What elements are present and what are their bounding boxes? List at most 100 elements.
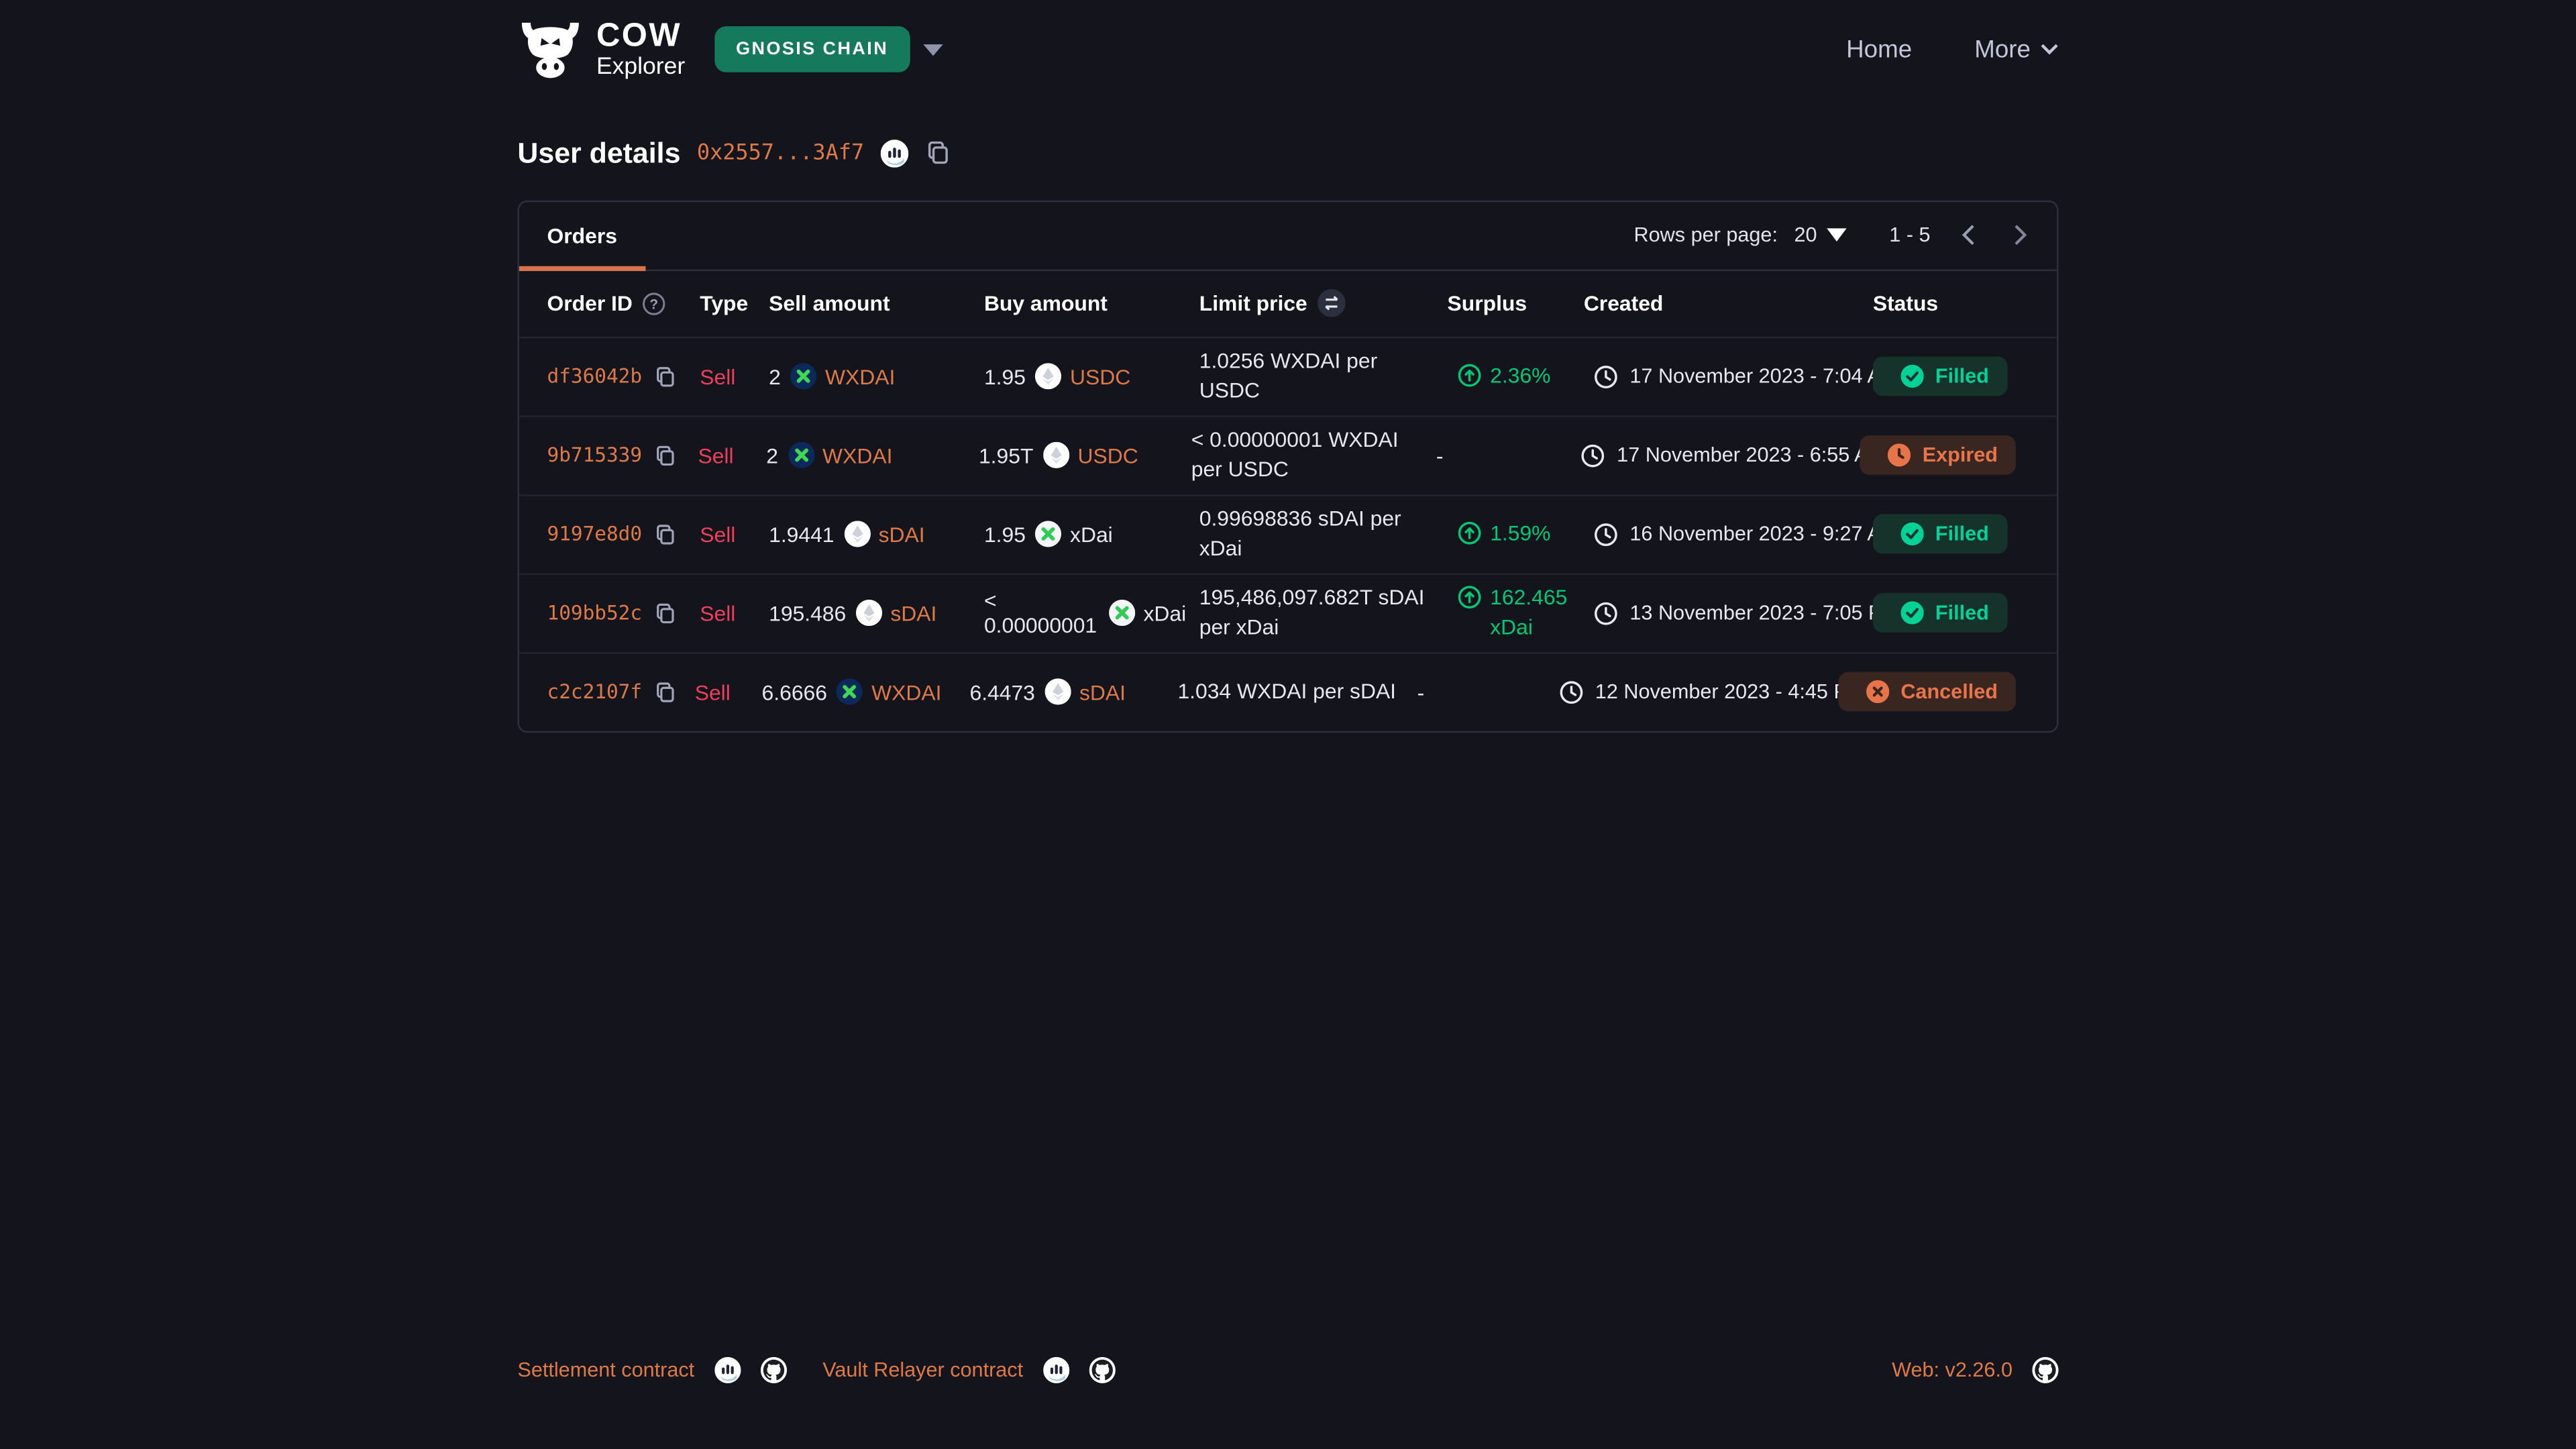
copy-address-icon[interactable] [925, 140, 951, 166]
filled-status-icon [1900, 523, 1923, 545]
order-type-cell: Sell [700, 522, 769, 547]
limit-price: < 0.00000001 WXDAI per USDC [1191, 426, 1423, 484]
status-badge: Expired [1860, 435, 2016, 475]
col-limit-price: Limit price [1199, 290, 1307, 315]
surplus-value: 2.36% [1490, 362, 1550, 390]
expired-status-icon [1888, 443, 1911, 466]
limit-price-cell: 1.034 WXDAI per sDAI [1177, 678, 1417, 706]
top-navigation: COW Explorer GNOSIS CHAIN Home More [0, 0, 2576, 80]
surplus-up-icon [1457, 519, 1482, 545]
order-id-link[interactable]: df36042b [547, 365, 643, 388]
block-explorer-icon[interactable] [1042, 1357, 1069, 1383]
table-row: 109bb52cSell195.486sDAI< 0.00000001xDai1… [519, 572, 2057, 651]
status-label: Filled [1935, 601, 1989, 624]
sell-token-symbol[interactable]: WXDAI [871, 680, 941, 704]
created-date: 12 November 2023 - 4:45 PM [1595, 680, 1865, 703]
buy-amount-cell: 6.4473 sDAI [970, 678, 1178, 704]
surplus-up-icon [1457, 362, 1482, 388]
surplus-value-wrap: 162.465 xDai [1448, 584, 1571, 641]
copy-order-id-icon[interactable] [653, 443, 676, 468]
order-type: Sell [698, 443, 733, 468]
nav-home[interactable]: Home [1846, 36, 1912, 64]
brand-logo[interactable]: COW Explorer [517, 19, 685, 79]
block-explorer-icon[interactable] [881, 139, 909, 167]
user-address-link[interactable]: 0x2557...3Af7 [697, 140, 864, 165]
github-icon[interactable] [2032, 1357, 2058, 1383]
prev-page-button[interactable] [1957, 222, 1982, 248]
sell-amount: 2 [766, 443, 778, 468]
network-caret-icon[interactable] [923, 44, 943, 56]
buy-amount: < 0.00000001 [984, 588, 1099, 637]
order-type: Sell [695, 680, 731, 704]
created-cell: 13 November 2023 - 7:05 PM [1584, 600, 1873, 625]
chevron-down-icon [2041, 43, 2059, 56]
col-type: Type [700, 290, 748, 315]
sell-amount-cell: 2 WXDAI [766, 442, 979, 468]
buy-token-symbol[interactable]: xDai [1143, 600, 1186, 625]
order-id-link[interactable]: 109bb52c [547, 601, 643, 624]
footer-link-label[interactable]: Vault Relayer contract [822, 1358, 1023, 1381]
nav-more[interactable]: More [1974, 36, 2058, 64]
order-id-cell: 9197e8d0 [547, 522, 700, 547]
footer-link-label[interactable]: Settlement contract [517, 1358, 694, 1381]
xdai-token-icon [1109, 600, 1135, 626]
rows-per-page-caret-icon [1827, 228, 1846, 241]
sell-token-symbol[interactable]: sDAI [879, 522, 925, 547]
status-label: Filled [1935, 365, 1989, 388]
swap-price-icon[interactable] [1317, 289, 1345, 317]
table-row: df36042bSell2WXDAI1.95USDC1.0256 WXDAI p… [519, 336, 2057, 415]
buy-token-symbol[interactable]: USDC [1078, 443, 1138, 468]
order-id-cell: 9b715339 [547, 443, 698, 468]
copy-order-id-icon[interactable] [653, 680, 676, 704]
surplus-cell: 1.59% [1448, 519, 1584, 548]
status-badge: Filled [1873, 356, 2007, 396]
copy-order-id-icon[interactable] [653, 364, 676, 388]
buy-amount-cell: 1.95T USDC [979, 442, 1191, 468]
order-id-link[interactable]: c2c2107f [547, 680, 643, 703]
nav-more-label: More [1974, 36, 2031, 64]
github-icon[interactable] [1089, 1357, 1115, 1383]
order-type-cell: Sell [700, 364, 769, 388]
github-icon[interactable] [760, 1357, 786, 1383]
buy-token-symbol[interactable]: xDai [1070, 522, 1113, 547]
network-selector-button[interactable]: GNOSIS CHAIN [714, 27, 910, 73]
sell-token-symbol[interactable]: WXDAI [822, 443, 892, 468]
rows-per-page-select[interactable]: 20 [1794, 223, 1846, 246]
limit-price: 1.034 WXDAI per sDAI [1177, 678, 1396, 706]
surplus-cell: 162.465 xDai [1448, 584, 1584, 641]
sell-amount-cell: 195.486sDAI [769, 600, 984, 626]
footer-contract-link-0: Settlement contract [517, 1357, 786, 1383]
sell-token-symbol[interactable]: sDAI [890, 600, 936, 625]
sell-amount-cell: 1.9441sDAI [769, 521, 984, 547]
next-page-button[interactable] [2008, 222, 2033, 248]
copy-order-id-icon[interactable] [653, 600, 676, 625]
created-wrap: 17 November 2023 - 6:55 AM [1571, 443, 1885, 468]
buy-amount: 6.4473 [970, 680, 1035, 704]
surplus-cell: - [1436, 443, 1571, 468]
brand-subtitle: Explorer [596, 56, 685, 80]
copy-order-id-icon[interactable] [653, 522, 676, 547]
col-created: Created [1584, 290, 1664, 315]
col-sell-amount: Sell amount [769, 290, 890, 315]
col-surplus: Surplus [1448, 290, 1527, 315]
col-order-id: Order ID [547, 290, 633, 315]
limit-price-cell: 1.0256 WXDAI per USDC [1199, 347, 1448, 405]
clock-icon [1594, 522, 1619, 547]
buy-token-symbol[interactable]: USDC [1070, 364, 1130, 388]
order-id-cell: df36042b [547, 364, 700, 388]
buy-token-symbol[interactable]: sDAI [1079, 680, 1126, 704]
created-date: 16 November 2023 - 9:27 AM [1629, 523, 1898, 545]
pagination: Rows per page: 20 1 - 5 [1634, 222, 2057, 248]
block-explorer-icon[interactable] [714, 1357, 741, 1383]
main-content: User details 0x2557...3Af7 [517, 80, 2058, 732]
order-type-cell: Sell [695, 680, 762, 704]
limit-price-cell: 0.99698836 sDAI per xDai [1199, 505, 1448, 563]
sell-token-symbol[interactable]: WXDAI [825, 364, 895, 388]
surplus-cell: 2.36% [1448, 362, 1584, 390]
tab-orders[interactable]: Orders [519, 201, 645, 268]
help-icon[interactable]: ? [643, 292, 665, 315]
order-id-link[interactable]: 9197e8d0 [547, 523, 643, 545]
buy-amount: 1.95T [979, 443, 1033, 468]
created-cell: 17 November 2023 - 7:04 AM [1584, 364, 1873, 388]
order-id-link[interactable]: 9b715339 [547, 443, 643, 466]
